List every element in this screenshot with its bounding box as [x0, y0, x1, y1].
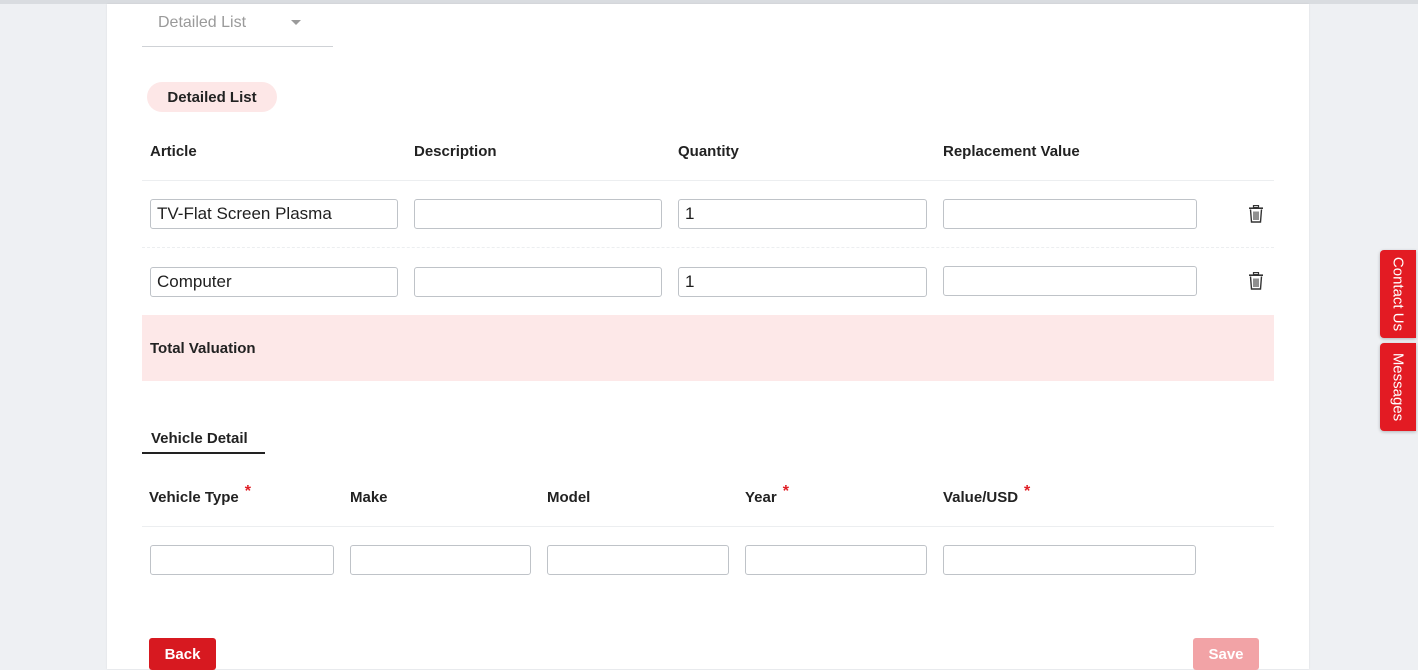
contact-us-label: Contact Us	[1389, 256, 1407, 332]
quantity-input-row-2[interactable]	[678, 267, 927, 297]
header-description: Description	[414, 143, 497, 160]
tab-vehicle-detail-label: Vehicle Detail	[151, 430, 248, 447]
header-year: Year *	[745, 483, 789, 506]
messages-label: Messages	[1389, 352, 1407, 422]
form-card: Detailed List Detailed List Article Desc…	[107, 4, 1309, 670]
section-pill: Detailed List	[147, 82, 277, 112]
total-valuation-label: Total Valuation	[150, 340, 256, 357]
header-replacement-value: Replacement Value	[943, 143, 1080, 160]
year-input[interactable]	[745, 545, 927, 575]
tab-vehicle-detail[interactable]: Vehicle Detail	[142, 422, 265, 454]
model-input[interactable]	[547, 545, 729, 575]
vehicle-type-input[interactable]	[150, 545, 334, 575]
description-input-row-1[interactable]	[414, 199, 662, 229]
required-marker: *	[244, 483, 251, 500]
trash-icon[interactable]	[1248, 272, 1264, 290]
messages-tab[interactable]: Messages	[1380, 343, 1416, 431]
view-selector-label: Detailed List	[158, 14, 247, 31]
trash-icon[interactable]	[1248, 205, 1264, 223]
total-valuation-row: Total Valuation	[142, 315, 1274, 381]
caret-down-icon	[291, 20, 301, 25]
save-button[interactable]: Save	[1193, 638, 1259, 670]
back-button[interactable]: Back	[149, 638, 216, 670]
replacement-value-input-row-1[interactable]	[943, 199, 1197, 229]
header-article: Article	[150, 143, 197, 160]
header-value-usd: Value/USD *	[943, 483, 1031, 506]
article-input-row-1[interactable]	[150, 199, 398, 229]
divider	[142, 180, 1274, 181]
article-input-row-2[interactable]	[150, 267, 398, 297]
row-divider	[142, 247, 1274, 248]
replacement-value-input-row-2[interactable]	[943, 266, 1197, 296]
header-make: Make	[350, 489, 388, 506]
header-vehicle-type: Vehicle Type *	[149, 483, 251, 506]
required-marker: *	[782, 483, 789, 500]
quantity-input-row-1[interactable]	[678, 199, 927, 229]
divider	[142, 526, 1274, 527]
make-input[interactable]	[350, 545, 531, 575]
value-usd-input[interactable]	[943, 545, 1196, 575]
required-marker: *	[1024, 483, 1031, 500]
contact-us-tab[interactable]: Contact Us	[1380, 250, 1416, 338]
header-model: Model	[547, 489, 591, 506]
header-quantity: Quantity	[678, 143, 739, 160]
description-input-row-2[interactable]	[414, 267, 662, 297]
view-selector-dropdown[interactable]: Detailed List	[142, 4, 333, 47]
